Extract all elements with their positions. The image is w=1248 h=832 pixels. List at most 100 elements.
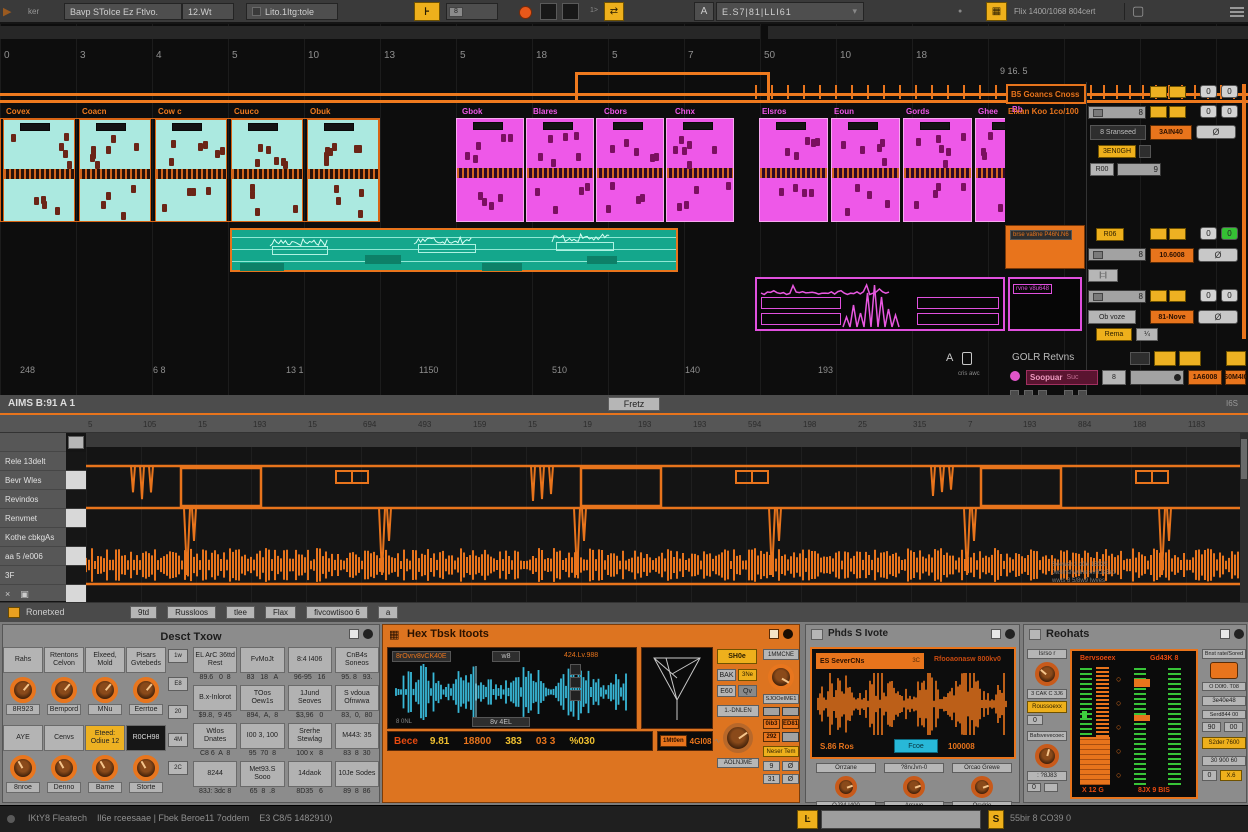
stop-button[interactable] bbox=[562, 3, 579, 20]
audio-clip-outline[interactable]: rvne v8u648 bbox=[1008, 277, 1082, 331]
device-knob[interactable] bbox=[835, 776, 857, 798]
device-icon[interactable] bbox=[811, 629, 823, 640]
db-value[interactable]: 10.6008 bbox=[1150, 248, 1194, 263]
midi-clip[interactable] bbox=[456, 118, 524, 222]
lock-icon[interactable]: ▣ bbox=[20, 589, 29, 600]
param-cell[interactable]: EL ArC 36ttd Rest 89.6 0 8 bbox=[193, 647, 237, 683]
device-icon[interactable] bbox=[1029, 629, 1041, 640]
rec-button[interactable]: R06 bbox=[1096, 228, 1124, 241]
slider-handle[interactable] bbox=[1093, 251, 1103, 259]
midi-clip[interactable] bbox=[666, 118, 734, 222]
macro-knob[interactable] bbox=[51, 677, 77, 703]
key-midi-button[interactable]: Ŀ bbox=[797, 810, 818, 829]
device-knob[interactable] bbox=[971, 776, 993, 798]
send-knob[interactable]: 0 bbox=[1221, 105, 1238, 118]
send-knob[interactable]: 0 bbox=[1200, 227, 1217, 240]
param-cell[interactable]: 8244 83J: 3dc 8 bbox=[193, 761, 237, 797]
phase-button[interactable]: Ø bbox=[1198, 248, 1238, 262]
position-display[interactable]: E.S7|81|LLI61 ▾ bbox=[716, 2, 864, 21]
device-knob[interactable] bbox=[1035, 744, 1059, 768]
granular-display[interactable]: ES SeverCNs 3C Rfooaonasw 800kv0 S.86 Ro… bbox=[810, 647, 1016, 759]
master-value[interactable]: S0M4I0 bbox=[1225, 370, 1246, 385]
side-button[interactable]: 2C bbox=[168, 761, 188, 775]
param-cell[interactable]: Wtlos Dnates C8 6 A 8 bbox=[193, 723, 237, 759]
small-box[interactable] bbox=[1130, 352, 1150, 365]
value-box[interactable]: 3e40e48 bbox=[1202, 696, 1246, 706]
beat-time-ruler[interactable]: 0345101351857501018 bbox=[4, 48, 1244, 62]
macro-knob[interactable] bbox=[10, 677, 36, 703]
device-collapse-icon[interactable] bbox=[783, 629, 793, 639]
piano-key[interactable] bbox=[66, 547, 86, 566]
zero-box[interactable]: 0 bbox=[1202, 770, 1217, 781]
clip-name[interactable]: Obuk bbox=[310, 107, 386, 116]
side-button[interactable]: 20 bbox=[168, 705, 188, 719]
neser-button[interactable]: Neser Tem bbox=[763, 746, 799, 757]
device-on-icon[interactable] bbox=[349, 629, 359, 639]
param-cell[interactable]: M443: 35 83 8 30 bbox=[335, 723, 379, 759]
fraction-box[interactable]: ¼ bbox=[1136, 328, 1158, 341]
volume-knob[interactable] bbox=[723, 723, 753, 753]
clip-color-icon[interactable] bbox=[8, 607, 20, 618]
send-knob[interactable]: 0 bbox=[1221, 289, 1238, 302]
clip-name[interactable]: Cbors bbox=[604, 107, 675, 116]
readout-value[interactable]: 03 3 bbox=[536, 736, 555, 747]
spectrum-display[interactable]: Bervsoeex Gd43K 8 ○ ○ ○ ○ ○ X 12 G 8 bbox=[1070, 649, 1198, 799]
device-collapse-icon[interactable] bbox=[363, 629, 373, 639]
midi-clip[interactable] bbox=[3, 119, 75, 222]
param-cell[interactable]: I00 3, 100 95 70 8 bbox=[240, 723, 284, 759]
param-cell[interactable]: Srerhe Stewlag 100 x 8 bbox=[288, 723, 332, 759]
send-knob[interactable]: 0 bbox=[1200, 85, 1217, 98]
output-chooser[interactable]: 8 Sranseed bbox=[1090, 125, 1146, 140]
slider-handle[interactable] bbox=[1093, 293, 1103, 301]
fretz-button[interactable]: Fretz bbox=[608, 397, 660, 411]
solo-box[interactable] bbox=[1179, 351, 1201, 366]
rate-box[interactable]: R00 bbox=[1090, 163, 1114, 176]
loop-brace[interactable] bbox=[575, 72, 770, 102]
phase-button[interactable]: Ø bbox=[1198, 310, 1238, 324]
send-knob[interactable]: 0 bbox=[1200, 105, 1217, 118]
clip-name[interactable]: Blares bbox=[533, 107, 604, 116]
editor-tab[interactable]: fivcowtisoo 6 bbox=[306, 606, 368, 619]
tool-icon[interactable] bbox=[570, 664, 581, 675]
device-on-icon[interactable] bbox=[769, 629, 779, 639]
slider-handle[interactable] bbox=[1093, 109, 1103, 117]
app-logo-icon[interactable]: ▶ bbox=[3, 5, 11, 18]
draw-mode-button[interactable]: ⊦ bbox=[414, 2, 440, 21]
midi-clip[interactable] bbox=[975, 118, 1005, 222]
fade-button[interactable]: Fcoe bbox=[894, 739, 938, 753]
rate-switch[interactable] bbox=[1210, 662, 1238, 679]
midi-clip[interactable] bbox=[307, 119, 379, 222]
solo-box[interactable] bbox=[1150, 228, 1167, 240]
readout-value[interactable]: 18800 bbox=[463, 736, 491, 747]
close-icon[interactable]: × bbox=[5, 589, 10, 599]
follow-button[interactable]: ⇄ bbox=[604, 2, 624, 21]
scrollbar-thumb[interactable] bbox=[1241, 439, 1247, 479]
machine-knob[interactable] bbox=[768, 664, 794, 690]
param-cell[interactable]: 10Je Sodes 89 8 86 bbox=[335, 761, 379, 797]
qv-button[interactable]: Qv bbox=[738, 685, 757, 697]
param-cell[interactable]: B.x-Inlorot $9.8, 9 45 bbox=[193, 685, 237, 721]
volume-slider[interactable]: 8 bbox=[1088, 248, 1146, 261]
device-on-icon[interactable] bbox=[1220, 629, 1230, 639]
roussoexx-button[interactable]: Roussoexx bbox=[1027, 701, 1067, 713]
phase-button[interactable]: Ø bbox=[782, 774, 799, 784]
solo-box[interactable] bbox=[1150, 106, 1167, 118]
zero-box[interactable]: 0 bbox=[1027, 783, 1041, 792]
param-cell[interactable]: CnB4s Soneos 95. 8 93. bbox=[335, 647, 379, 683]
side-button[interactable]: 1w bbox=[168, 649, 188, 663]
lane-label[interactable]: Kothe cbkgAs bbox=[0, 528, 66, 547]
param-cell[interactable]: 8:4 I406 96-95 16 bbox=[288, 647, 332, 683]
automation-a-icon[interactable]: A bbox=[946, 352, 953, 364]
midi-clip[interactable] bbox=[155, 119, 227, 222]
clip-name[interactable]: Eoun bbox=[834, 107, 906, 116]
readout-value[interactable]: 9.81 bbox=[430, 736, 449, 747]
audio-clip-outline[interactable] bbox=[755, 277, 1005, 331]
solo-box[interactable] bbox=[1169, 106, 1186, 118]
tool-icon[interactable] bbox=[570, 690, 581, 701]
scrollbar[interactable] bbox=[1242, 84, 1246, 339]
tiny-box[interactable]: 31 bbox=[763, 774, 780, 784]
gain-value[interactable]: 3AIN40 bbox=[1150, 125, 1192, 140]
fold-button[interactable] bbox=[68, 436, 84, 449]
send-knob[interactable]: 0 bbox=[1221, 85, 1238, 98]
lane-label[interactable]: Revindos bbox=[0, 490, 66, 509]
